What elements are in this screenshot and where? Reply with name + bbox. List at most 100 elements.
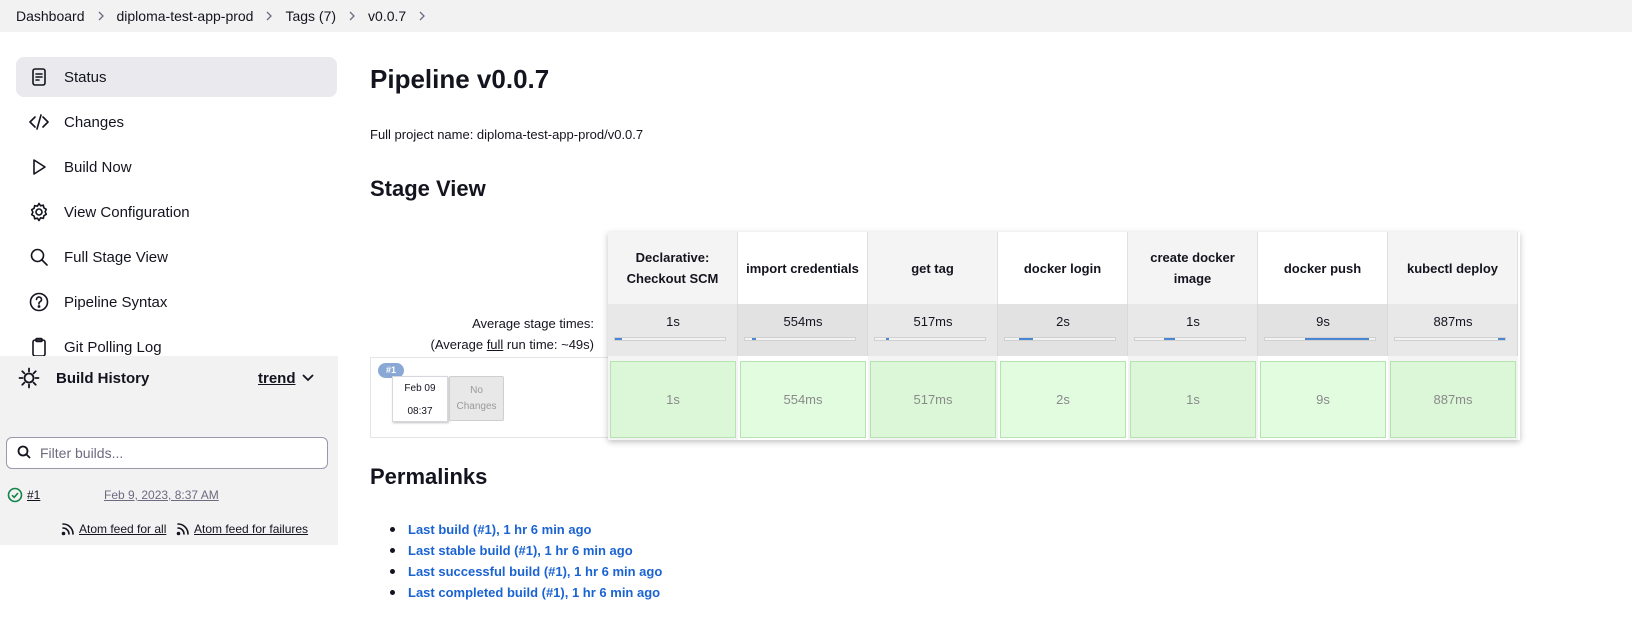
build-filter-area [0,400,338,478]
stage-run-cell[interactable]: 1s [1130,361,1256,438]
stage-view-run-info: Average stage times: (Average full run t… [370,300,608,440]
sidebar-item-view-configuration[interactable]: View Configuration [16,192,337,232]
stage-progress-fill [1498,338,1505,340]
average-stage-times-text: Average stage times: [472,316,594,331]
chevron-right-icon[interactable] [406,10,438,22]
build-history-title: Build History [56,369,150,387]
atom-feed-all-label: Atom feed for all [79,522,167,536]
stage-average-time: 554ms [783,314,823,329]
status-icon [28,66,50,88]
stage-average-time: 1s [666,314,680,329]
stage-column: kubectl deploy 887ms 887ms [1388,232,1518,440]
sidebar-item-build-now[interactable]: Build Now [16,147,337,187]
build-number-link[interactable]: #1 [27,488,40,502]
stage-column: docker push 9s 9s [1258,232,1388,440]
stage-progress-bar [1004,337,1116,341]
stage-progress-bar [744,337,856,341]
stage-progress-fill [886,338,889,340]
avg-prefix: (Average [430,337,487,352]
stage-average: 1s [1128,304,1258,356]
stage-average: 554ms [738,304,868,356]
sidebar-item-full-stage-view[interactable]: Full Stage View [16,237,337,277]
filter-builds-box [6,437,328,469]
breadcrumb-project[interactable]: diploma-test-app-prod [117,8,254,24]
stage-column: Declarative: Checkout SCM 1s 1s [608,232,738,440]
breadcrumb-dashboard[interactable]: Dashboard [16,8,85,24]
atom-feed-all-link[interactable]: Atom feed for all [61,522,166,536]
chevron-right-icon[interactable] [85,10,117,22]
breadcrumb-version[interactable]: v0.0.7 [368,8,406,24]
stage-column: get tag 517ms 517ms [868,232,998,440]
sidebar-item-label: Git Polling Log [64,338,162,356]
avg-full-word: full [486,337,504,352]
atom-feed-failures-link[interactable]: Atom feed for failures [176,522,308,536]
stage-header: docker push [1258,232,1388,304]
sidebar-item-label: View Configuration [64,203,190,221]
filter-builds-input[interactable] [40,445,320,461]
stage-progress-bar [614,337,726,341]
trend-link[interactable]: trend [258,370,296,387]
permalink-last-build[interactable]: Last build (#1), 1 hr 6 min ago [408,522,591,537]
stage-average: 9s [1258,304,1388,356]
stage-progress-bar [1264,337,1376,341]
stage-average: 1s [608,304,738,356]
search-icon [17,445,33,461]
gear-icon [28,201,50,223]
stage-header: kubectl deploy [1388,232,1518,304]
build-history-icon [18,367,40,389]
chevron-right-icon[interactable] [336,10,368,22]
full-project-name: Full project name: diploma-test-app-prod… [370,127,644,142]
chevron-right-icon[interactable] [253,10,285,22]
sidebar-item-status[interactable]: Status [16,57,337,97]
permalink-last-completed-build[interactable]: Last completed build (#1), 1 hr 6 min ag… [408,585,660,600]
stage-average-time: 887ms [1433,314,1473,329]
sidebar-item-label: Build Now [64,158,132,176]
sidebar-item-label: Changes [64,113,125,131]
stage-progress-bar [1394,337,1506,341]
help-icon [28,291,50,313]
page-title: Pipeline v0.0.7 [370,64,550,94]
sidebar-item-label: Full Stage View [64,248,168,266]
rss-icon [176,523,189,536]
sidebar-item-pipeline-syntax[interactable]: Pipeline Syntax [16,282,337,322]
breadcrumb-tags[interactable]: Tags (7) [285,8,336,24]
clipboard-icon [28,336,50,358]
build-date-link[interactable]: Feb 9, 2023, 8:37 AM [104,488,219,502]
permalinks-list: Last build (#1), 1 hr 6 min ago Last sta… [390,519,662,603]
build-history-header: Build History trend [0,356,338,400]
stage-header: Declarative: Checkout SCM [608,232,738,304]
sidebar-item-label: Pipeline Syntax [64,293,168,311]
permalink-last-successful-build[interactable]: Last successful build (#1), 1 hr 6 min a… [408,564,662,579]
run-no-changes: No Changes [449,376,504,421]
code-icon [28,111,50,133]
stage-header: docker login [998,232,1128,304]
stage-run-cell[interactable]: 554ms [740,361,866,438]
stage-run-cell[interactable]: 517ms [870,361,996,438]
avg-suffix: run time: ~49s) [503,337,594,352]
run-date: Feb 09 08:37 [392,376,448,422]
breadcrumb: Dashboard diploma-test-app-prod Tags (7)… [0,0,1632,32]
build-row: #1 Feb 9, 2023, 8:37 AM [0,478,338,512]
stage-run-cell[interactable]: 1s [610,361,736,438]
permalink-last-stable-build[interactable]: Last stable build (#1), 1 hr 6 min ago [408,543,633,558]
stage-run-cell[interactable]: 9s [1260,361,1386,438]
stage-view-heading: Stage View [370,176,486,201]
run-row-header: #1 Feb 09 08:37 No Changes [370,357,608,438]
stage-run-cell[interactable]: 2s [1000,361,1126,438]
stage-column: create docker image 1s 1s [1128,232,1258,440]
stage-progress-fill [1019,338,1033,340]
stage-run-cell[interactable]: 887ms [1390,361,1516,438]
stage-average-time: 9s [1316,314,1330,329]
play-icon [28,156,50,178]
stage-progress-fill [615,338,622,340]
average-stage-times-label: Average stage times: (Average full run t… [431,313,594,355]
sidebar-item-changes[interactable]: Changes [16,102,337,142]
search-icon [28,246,50,268]
stage-average-time: 517ms [913,314,953,329]
chevron-down-icon[interactable] [301,370,317,386]
sidebar-item-label: Status [64,68,107,86]
stage-average: 2s [998,304,1128,356]
list-item: Last successful build (#1), 1 hr 6 min a… [390,561,662,582]
stage-column: docker login 2s 2s [998,232,1128,440]
stage-average: 517ms [868,304,998,356]
